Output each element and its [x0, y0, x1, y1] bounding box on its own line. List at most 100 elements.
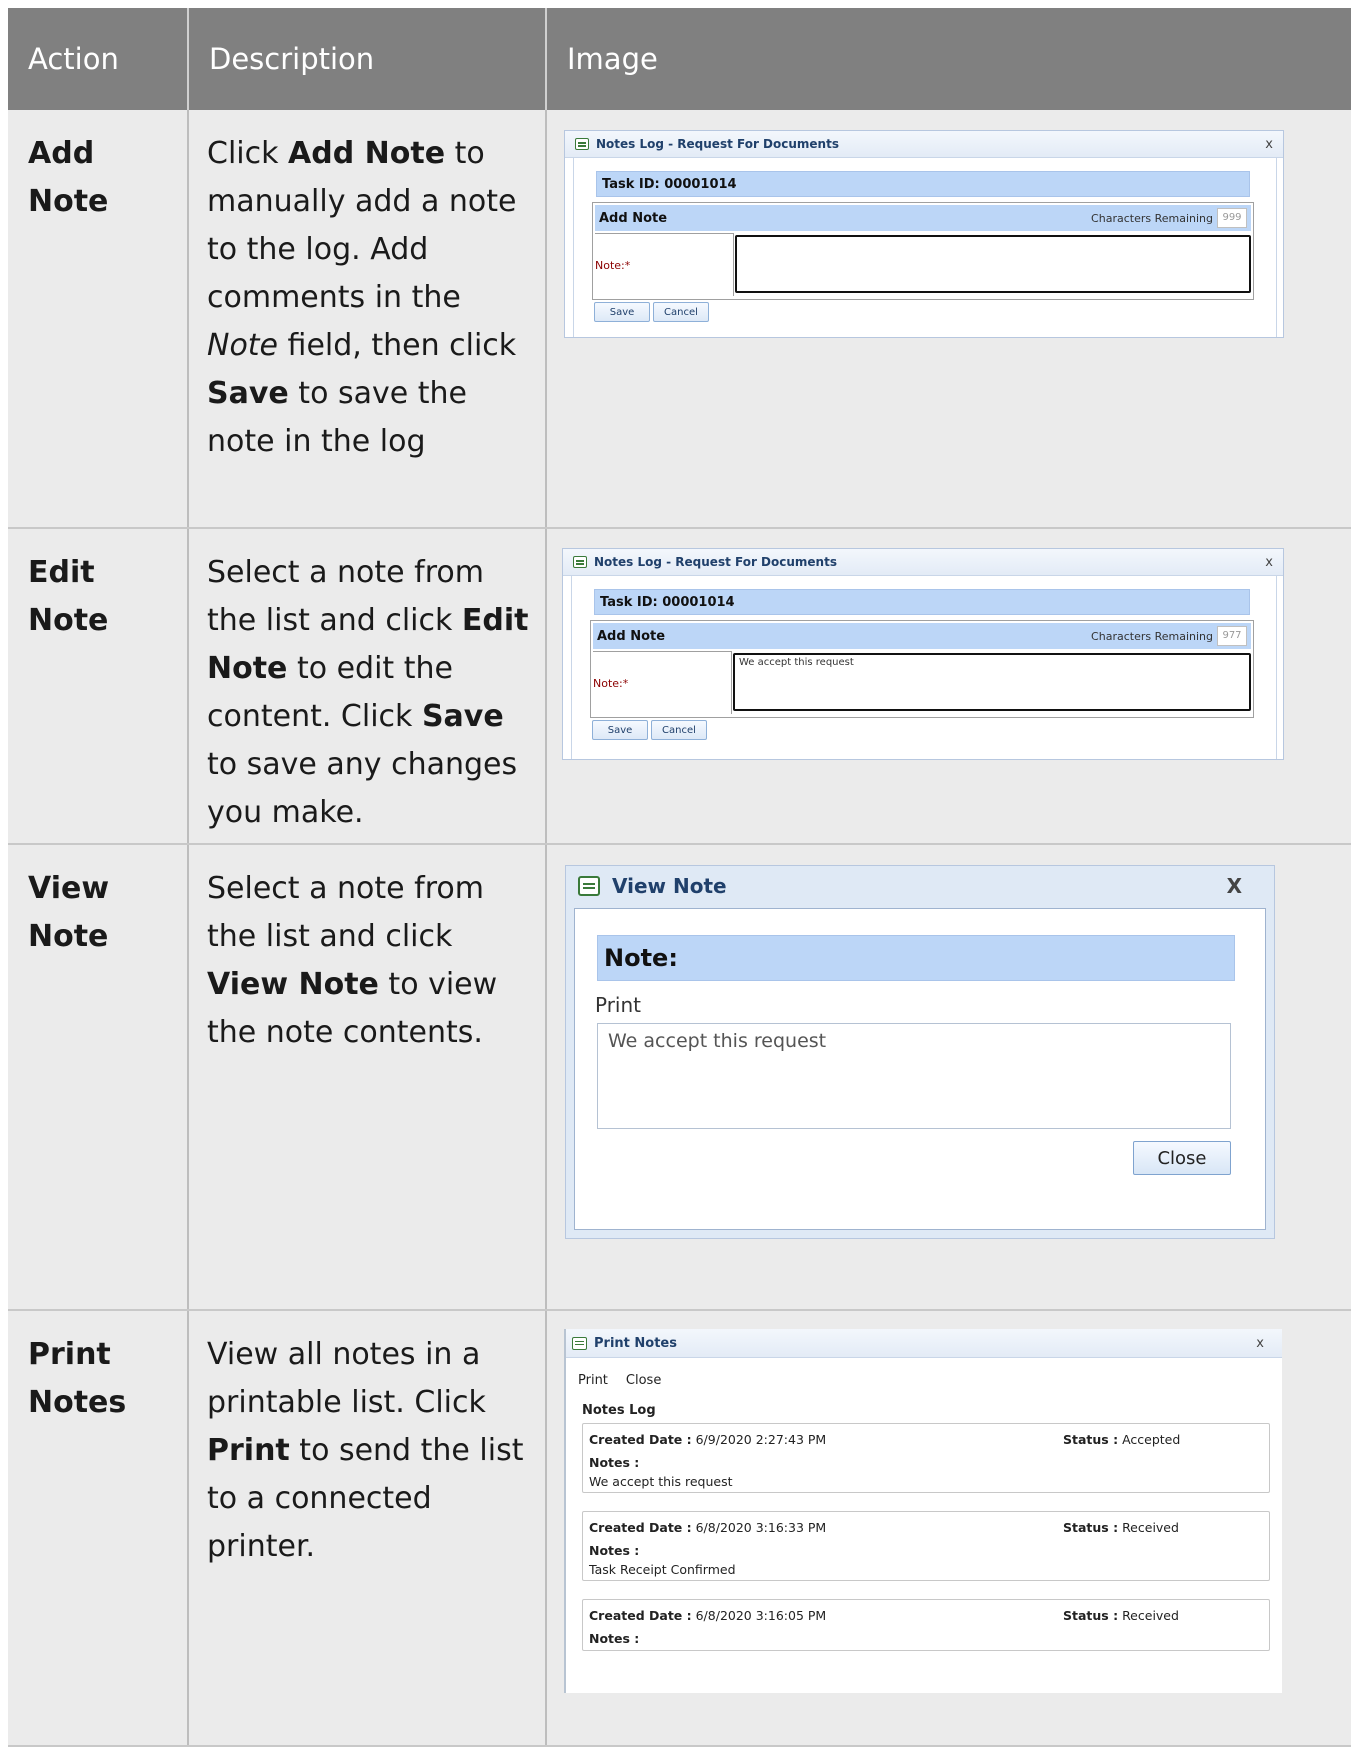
action-cell: Add Note: [8, 110, 189, 529]
header-row: Action Description Image: [8, 8, 1351, 110]
print-notes-dialog: Print Notes x Print Close Notes Log Crea…: [564, 1329, 1282, 1693]
image-cell: View Note X Note: Print We accept this r…: [546, 844, 1351, 1311]
notes-label: Notes :: [589, 1455, 640, 1470]
note-field-label: Note:*: [595, 233, 734, 296]
note-textarea[interactable]: We accept this request: [733, 653, 1251, 711]
header-description: Description: [188, 8, 547, 110]
note-entry: Created Date : 6/9/2020 2:27:43 PM Statu…: [582, 1423, 1270, 1493]
created-date-label: Created Date :: [589, 1432, 692, 1447]
status: Status : Received: [1063, 1520, 1179, 1535]
notes-log-dialog-edit: Notes Log - Request For Documents x Task…: [562, 548, 1284, 760]
header-action: Action: [8, 8, 189, 110]
created-date: Created Date : 6/8/2020 3:16:33 PM: [589, 1520, 826, 1535]
description-cell: Select a note from the list and click Vi…: [188, 844, 547, 1311]
description-cell: Select a note from the list and click Ed…: [188, 528, 547, 845]
close-icon[interactable]: X: [1227, 874, 1242, 898]
status-value: Received: [1122, 1608, 1179, 1623]
cancel-button[interactable]: Cancel: [651, 720, 707, 740]
notes-log-dialog-add: Notes Log - Request For Documents x Task…: [564, 130, 1284, 338]
note-entry: Created Date : 6/8/2020 3:16:33 PM Statu…: [582, 1511, 1270, 1581]
status-label: Status :: [1063, 1520, 1119, 1535]
add-note-panel: Add Note Characters Remaining 999 Note:*: [592, 202, 1254, 300]
action-cell: View Note: [8, 844, 189, 1311]
save-button[interactable]: Save: [592, 720, 648, 740]
image-cell: Notes Log - Request For Documents x Task…: [546, 110, 1351, 529]
emphasis-text: Print: [207, 1433, 290, 1468]
table-row: Add Note Click Add Note to manually add …: [8, 110, 1351, 529]
add-note-header: Add Note Characters Remaining 977: [593, 623, 1251, 649]
add-note-header: Add Note Characters Remaining 999: [595, 205, 1251, 231]
note-text: We accept this request: [589, 1474, 733, 1489]
emphasis-text: Save: [421, 699, 504, 734]
cancel-button[interactable]: Cancel: [653, 302, 709, 322]
status-label: Status :: [1063, 1608, 1119, 1623]
action-cell: Edit Note: [8, 528, 189, 845]
note-textarea[interactable]: [735, 235, 1251, 293]
dialog-body: Task ID: 00001014 Add Note Characters Re…: [571, 576, 1277, 759]
print-menu: Print Close: [578, 1373, 661, 1388]
dialog-title: Print Notes: [594, 1335, 677, 1351]
close-button[interactable]: Close: [1133, 1141, 1231, 1175]
add-note-panel: Add Note Characters Remaining 977 Note:*…: [590, 620, 1254, 718]
close-icon[interactable]: x: [1256, 1336, 1264, 1351]
created-date: Created Date : 6/9/2020 2:27:43 PM: [589, 1432, 826, 1447]
status: Status : Accepted: [1063, 1432, 1180, 1447]
window-icon: [573, 556, 587, 568]
dialog-titlebar: Notes Log - Request For Documents x: [565, 131, 1283, 158]
notes-log-title: Notes Log: [582, 1403, 656, 1418]
table-row: View Note Select a note from the list an…: [8, 844, 1351, 1311]
notes-label: Notes :: [589, 1631, 640, 1646]
characters-remaining-count: 977: [1217, 626, 1247, 646]
dialog-title: Notes Log - Request For Documents: [596, 137, 839, 151]
created-date-value: 6/8/2020 3:16:33 PM: [695, 1520, 827, 1535]
close-icon[interactable]: x: [1265, 137, 1273, 152]
print-link[interactable]: Print: [595, 993, 641, 1017]
emphasis-text: Add Note: [288, 136, 446, 171]
dialog-titlebar: View Note X: [566, 866, 1274, 906]
save-button[interactable]: Save: [594, 302, 650, 322]
dialog-titlebar: Print Notes x: [564, 1329, 1282, 1358]
emphasis-text: Save: [207, 376, 289, 411]
image-cell: Print Notes x Print Close Notes Log Crea…: [546, 1310, 1351, 1747]
created-date-label: Created Date :: [589, 1608, 692, 1623]
note-text-area: We accept this request: [597, 1023, 1231, 1129]
window-icon: [575, 138, 589, 150]
dialog-body: Note: Print We accept this request Close: [574, 908, 1266, 1230]
dialog-title: Notes Log - Request For Documents: [594, 555, 837, 569]
description-cell: Click Add Note to manually add a note to…: [188, 110, 547, 529]
created-date-label: Created Date :: [589, 1520, 692, 1535]
header-image: Image: [546, 8, 1351, 110]
task-id-bar: Task ID: 00001014: [596, 171, 1250, 197]
dialog-title: View Note: [612, 874, 727, 898]
task-id-bar: Task ID: 00001014: [594, 589, 1250, 615]
close-icon[interactable]: x: [1265, 555, 1273, 570]
characters-remaining-label: Characters Remaining: [1091, 629, 1213, 643]
view-note-dialog: View Note X Note: Print We accept this r…: [565, 865, 1275, 1239]
print-menu-item[interactable]: Print: [578, 1373, 608, 1388]
italic-text: Note: [207, 328, 279, 363]
add-note-label: Add Note: [597, 628, 666, 644]
status-value: Received: [1122, 1520, 1179, 1535]
created-date: Created Date : 6/8/2020 3:16:05 PM: [589, 1608, 826, 1623]
window-icon: [572, 1336, 587, 1350]
close-menu-item[interactable]: Close: [626, 1373, 661, 1388]
status-value: Accepted: [1122, 1432, 1181, 1447]
notes-label: Notes :: [589, 1543, 640, 1558]
dialog-left-border: [564, 1329, 566, 1693]
description-cell: View all notes in a printable list. Clic…: [188, 1310, 547, 1747]
created-date-value: 6/8/2020 3:16:05 PM: [695, 1608, 827, 1623]
characters-remaining-label: Characters Remaining: [1091, 211, 1213, 225]
note-entry: Created Date : 6/8/2020 3:16:05 PM Statu…: [582, 1599, 1270, 1651]
dialog-body: Task ID: 00001014 Add Note Characters Re…: [573, 158, 1277, 337]
characters-remaining: Characters Remaining 977: [1091, 626, 1247, 646]
table-row: Print Notes View all notes in a printabl…: [8, 1310, 1351, 1747]
characters-remaining: Characters Remaining 999: [1091, 208, 1247, 228]
window-icon: [578, 876, 600, 896]
table-row: Edit Note Select a note from the list an…: [8, 528, 1351, 845]
note-heading: Note:: [597, 935, 1235, 981]
characters-remaining-count: 999: [1217, 208, 1247, 228]
emphasis-text: Edit Note: [207, 603, 529, 686]
action-cell: Print Notes: [8, 1310, 189, 1747]
dialog-titlebar: Notes Log - Request For Documents x: [563, 549, 1283, 576]
image-cell: Notes Log - Request For Documents x Task…: [546, 528, 1351, 845]
